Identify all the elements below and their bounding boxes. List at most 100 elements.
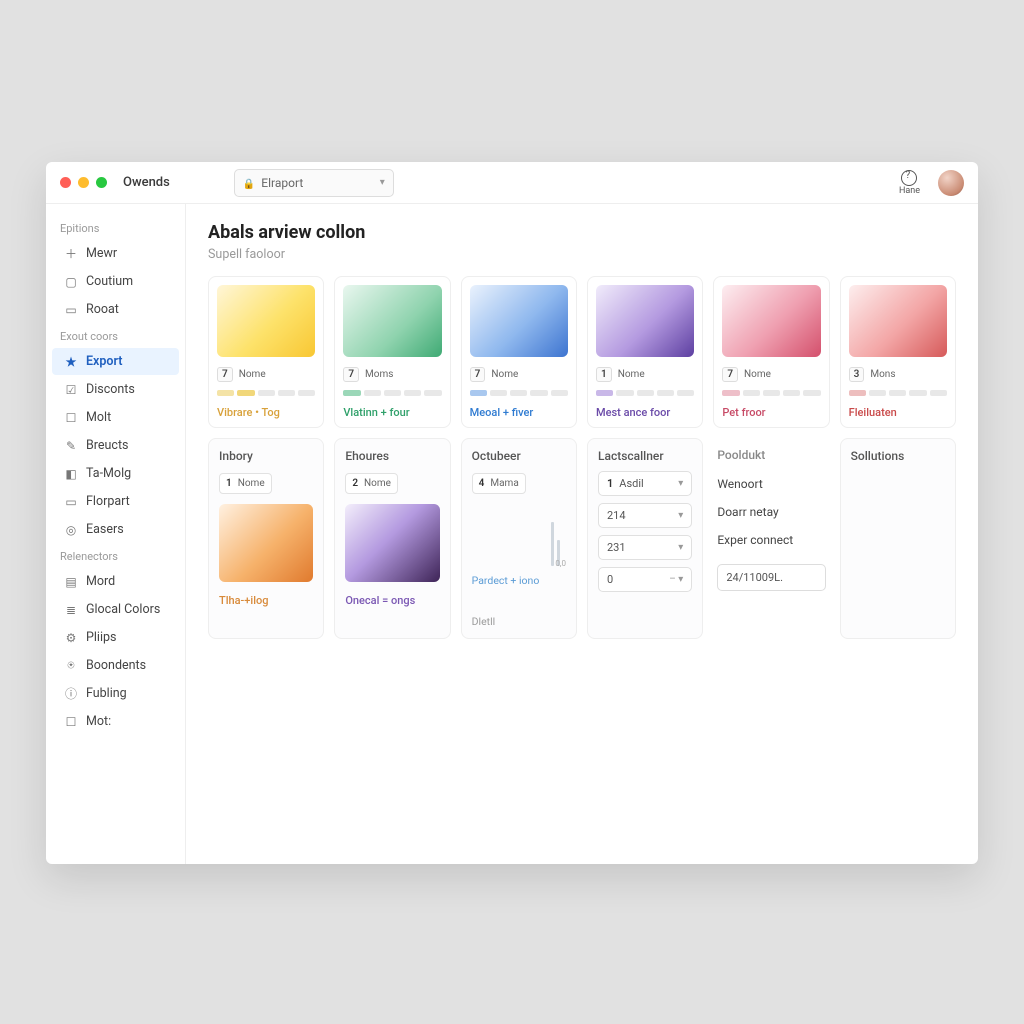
sidebar-item-mewr[interactable]: Mewr [52, 240, 179, 267]
card-badge: 7Moms [343, 367, 441, 382]
target-icon [64, 523, 78, 537]
close-dot[interactable] [60, 177, 71, 188]
panel-input[interactable]: 24/11009L. [717, 564, 825, 591]
color-card[interactable]: 7NomeVibrare • Tog [208, 276, 324, 428]
book-icon [64, 303, 78, 317]
sidebar-item-label: Breucts [86, 438, 129, 453]
check-icon [64, 383, 78, 397]
card-swatch [596, 285, 694, 357]
card-meter [470, 390, 568, 396]
panel-links: WenoortDoarr netayExper connect [717, 470, 825, 554]
sidebar-item-florpart[interactable]: Florpart [52, 488, 179, 515]
panel-octubeer[interactable]: Octubeer 4 Mama 0,0 Pardect + iono Dletl… [461, 438, 577, 639]
sidebar-item-label: Florpart [86, 494, 130, 509]
sidebar-item-label: Mot: [86, 714, 111, 729]
color-card[interactable]: 7NomeMeoal + fiver [461, 276, 577, 428]
minimize-dot[interactable] [78, 177, 89, 188]
panel-badge: 1 Nome [219, 473, 272, 494]
card-badge: 7Nome [217, 367, 315, 382]
help-button[interactable]: Hane [899, 170, 920, 196]
sidebar-item-molt[interactable]: Molt [52, 404, 179, 431]
card-badge: 3Mons [849, 367, 947, 382]
select-row[interactable]: 214▾ [598, 503, 692, 528]
select-row[interactable]: 231▾ [598, 535, 692, 560]
sidebar-item-label: Fubling [86, 686, 127, 701]
panel-title: Inbory [219, 449, 313, 463]
bars-icon [64, 575, 78, 589]
sidebar: EpitionsMewrCoutiumRooatExout coorsExpor… [46, 204, 186, 864]
select-row[interactable]: 0– ▾ [598, 567, 692, 592]
help-icon [901, 170, 917, 186]
sidebar-item-label: Mord [86, 574, 115, 589]
panel-sub: Dletll [472, 615, 566, 628]
out-icon [64, 715, 78, 729]
user-icon [64, 659, 78, 673]
sidebar-item-boondents[interactable]: Boondents [52, 652, 179, 679]
sidebar-item-mot-[interactable]: Mot: [52, 708, 179, 735]
card-meter [343, 390, 441, 396]
panel-swatch [345, 504, 439, 582]
sidebar-item-fubling[interactable]: Fubling [52, 680, 179, 707]
chevron-down-icon: – ▾ [669, 574, 683, 585]
panel-inbory[interactable]: Inbory 1 Nome Tlha-+ilog [208, 438, 324, 639]
sidebar-item-glocal-colors[interactable]: Glocal Colors [52, 596, 179, 623]
select-row[interactable]: 1Asdil▾ [598, 471, 692, 496]
sidebar-item-disconts[interactable]: Disconts [52, 376, 179, 403]
card-swatch [217, 285, 315, 357]
panel-title: Ehoures [345, 449, 439, 463]
sidebar-item-breucts[interactable]: Breucts [52, 432, 179, 459]
color-card[interactable]: 7Nome Pet froor [713, 276, 829, 428]
sidebar-item-easers[interactable]: Easers [52, 516, 179, 543]
sidebar-item-mord[interactable]: Mord [52, 568, 179, 595]
titlebar: Owends Elraport ▾ Hane [46, 162, 978, 204]
panel-link[interactable]: Wenoort [717, 470, 825, 498]
sidebar-item-label: Easers [86, 522, 124, 537]
color-card[interactable]: 3MonsFleiluaten [840, 276, 956, 428]
card-footer: Mest ance foor [596, 406, 694, 419]
chevron-down-icon: ▾ [678, 510, 683, 521]
sidebar-item-label: Glocal Colors [86, 602, 160, 617]
sidebar-item-coutium[interactable]: Coutium [52, 268, 179, 295]
card-meter [849, 390, 947, 396]
color-card[interactable]: 1NomeMest ance foor [587, 276, 703, 428]
tag-icon [64, 467, 78, 481]
panel-link[interactable]: Doarr netay [717, 498, 825, 526]
card-meter [217, 390, 315, 396]
card-meter [596, 390, 694, 396]
card-footer: Pet froor [722, 406, 820, 419]
sidebar-item-rooat[interactable]: Rooat [52, 296, 179, 323]
chevron-down-icon: ▾ [380, 177, 385, 188]
panel-pooldukt: Pooldukt WenoortDoarr netayExper connect… [713, 438, 829, 639]
color-card[interactable]: 7Moms Vlatinn + four [334, 276, 450, 428]
card-swatch [343, 285, 441, 357]
sidebar-item-export[interactable]: Export [52, 348, 179, 375]
panel-link[interactable]: Exper connect [717, 526, 825, 554]
panel-footer: Onecal = ongs [345, 594, 439, 607]
chevron-down-icon: ▾ [678, 478, 683, 489]
sidebar-group-label: Exout coors [46, 324, 185, 347]
lock-icon [243, 176, 255, 190]
sidebar-item-label: Export [86, 354, 122, 369]
panel-sollutions[interactable]: Sollutions [840, 438, 956, 639]
main: Abals arview collon Supell faoloor 7Nome… [186, 204, 978, 864]
panel-ehoures[interactable]: Ehoures 2 Nome Onecal = ongs [334, 438, 450, 639]
avatar[interactable] [938, 170, 964, 196]
panel-line: Pardect + iono [472, 574, 566, 587]
sidebar-item-ta-molg[interactable]: Ta-Molg [52, 460, 179, 487]
panel-badge: 4 Mama [472, 473, 526, 494]
card-swatch [849, 285, 947, 357]
page-title: Abals arview collon [208, 222, 956, 243]
zoom-dot[interactable] [96, 177, 107, 188]
gear-icon [64, 631, 78, 645]
panel-title: Octubeer [472, 449, 566, 463]
header-dropdown[interactable]: Elraport ▾ [234, 169, 394, 197]
sidebar-item-label: Ta-Molg [86, 466, 131, 481]
card-footer: Vlatinn + four [343, 406, 441, 419]
card-grid: 7NomeVibrare • Tog 7Moms Vlatinn + four 7No… [208, 276, 956, 428]
panel-chart: 0,0 [472, 506, 566, 566]
sidebar-item-pliips[interactable]: Pliips [52, 624, 179, 651]
card-badge: 7Nome [722, 367, 820, 382]
help-label: Hane [899, 186, 920, 196]
sidebar-item-label: Mewr [86, 246, 117, 261]
sidebar-item-label: Disconts [86, 382, 135, 397]
